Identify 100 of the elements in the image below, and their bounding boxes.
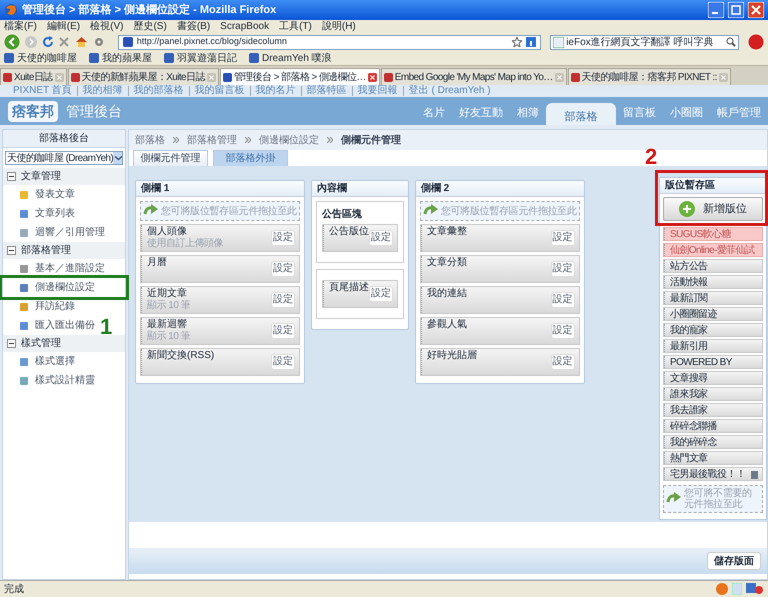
settings-button[interactable]: 設定 [270,354,295,370]
search-field[interactable]: ieFox進行網頁文字翻譯 呼叫字典 [550,34,740,50]
sidebar-link[interactable]: 文章列表 [35,206,75,221]
widget-card[interactable]: 最新迴響 顯示 10 筆 設定 [140,317,300,345]
annotation-number: 2 [645,146,658,168]
storage-widget[interactable]: 熱門文章 [663,451,763,465]
breadcrumb-link[interactable]: 側欄元件管理 [341,132,401,148]
widget-card[interactable]: 頁尾描述 設定 [322,280,398,308]
sidebar-link[interactable]: 樣式設計精靈 [35,373,95,388]
widget-card[interactable]: 我的連結 設定 [420,286,580,314]
breadcrumb-link[interactable]: 側邊欄位設定 [259,132,319,148]
bookmark-item[interactable]: 我的蘋果屋 [102,50,152,66]
bookmark-item[interactable]: 羽翼遊蕩日記 [177,50,237,66]
settings-button[interactable]: 設定 [368,286,393,302]
collapse-icon[interactable] [7,339,16,348]
storage-widget[interactable]: 我去誰家 [663,403,763,417]
nav-tab[interactable]: 部落格 [546,103,616,125]
storage-widget[interactable]: 文章搜尋 [663,371,763,385]
site-icon [70,72,80,82]
settings-button[interactable]: 設定 [550,292,575,308]
sidebar-link[interactable]: 側邊欄位設定 [35,280,95,295]
maximize-icon[interactable] [728,2,744,18]
sidebar-link[interactable]: 基本／進階設定 [35,261,105,276]
storage-widget[interactable]: 小圈圈留迹 [663,307,763,321]
settings-button[interactable]: 設定 [368,230,393,246]
storage-widget[interactable]: 活動快報 [663,275,763,289]
address-field[interactable]: http://panel.pixnet.cc/blog/sidecolumn [118,34,542,50]
widget-card[interactable]: 近期文章 顯示 10 筆 設定 [140,286,300,314]
sidebar-link[interactable]: 匯入匯出備份 [35,318,95,333]
settings-button[interactable]: 設定 [550,230,575,246]
info-icon[interactable] [526,37,536,47]
collapse-icon[interactable] [7,246,16,255]
back-icon[interactable] [4,34,20,50]
bookmark-icon [164,53,174,63]
storage-widget[interactable]: 誰來我家 [663,387,763,401]
sidebar-link[interactable]: 發表文章 [35,187,75,202]
reload-icon[interactable] [42,36,54,48]
browser-tab[interactable]: 天使的咖啡屋：痞客邦 PIXNET :: [568,68,731,85]
storage-widget[interactable]: 我的碎碎念 [663,435,763,449]
close-icon[interactable] [748,2,764,18]
sidebar-link[interactable]: 拜訪紀錄 [35,299,75,314]
bookmark-item[interactable]: DreamYeh 噗浪 [262,50,332,66]
storage-widget[interactable]: 宅男最後戰役！！ [663,467,763,481]
dropdown-icon [113,152,122,164]
settings-button[interactable]: 設定 [270,323,295,339]
save-layout-button[interactable]: 儲存版面 [707,552,761,570]
admin-title: 管理後台 [66,102,122,120]
widget-card[interactable]: 月曆 設定 [140,255,300,283]
breadcrumb-link[interactable]: 部落格 [135,132,165,148]
column-title: 版位暫存區 [660,178,766,194]
sidebar-link[interactable]: 樣式選擇 [35,354,75,369]
widget-card[interactable]: 公告版位 設定 [322,224,398,252]
add-widget-button[interactable]: 新增版位 [663,197,763,221]
settings-button[interactable]: 設定 [270,292,295,308]
widget-card[interactable]: 新聞交換(RSS) 設定 [140,348,300,376]
menu-item[interactable]: 書簽(B) [176,22,210,32]
drop-hint: 您可將不需要的元件拖拉至此 [684,488,753,510]
settings-button[interactable]: 設定 [550,261,575,277]
close-icon[interactable] [368,72,377,82]
menu-item[interactable]: 工具(T) [279,22,312,32]
storage-widget[interactable]: 我的寵家 [663,323,763,337]
widget-card[interactable]: 參觀人氣 設定 [420,317,580,345]
sidebar-link[interactable]: 迴響／引用管理 [35,225,105,240]
minimize-icon[interactable] [708,2,724,18]
blog-select[interactable]: 天使的咖啡屋 (DreamYeh) [5,151,123,165]
widget-card[interactable]: 個人頭像 使用自訂上傳頭像 設定 [140,224,300,252]
storage-widget[interactable]: 站方公告 [663,259,763,273]
collapse-icon[interactable] [7,172,16,181]
settings-button[interactable]: 設定 [270,261,295,277]
menu-item[interactable]: 檢視(V) [90,22,124,32]
star-icon[interactable] [512,37,522,47]
stop-icon[interactable] [58,36,70,48]
menu-item[interactable]: 編輯(E) [46,22,80,32]
storage-widget[interactable]: 最新引用 [663,339,763,353]
widget-card[interactable]: 文章分類 設定 [420,255,580,283]
browser-tab[interactable]: Xuite日誌 [0,68,67,85]
trash-icon[interactable] [751,470,758,478]
site-icon [122,37,133,47]
home-icon[interactable] [75,36,88,48]
breadcrumb-link[interactable]: 部落格管理 [187,132,237,148]
settings-button[interactable]: 設定 [270,230,295,246]
browser-tab[interactable]: 天使的新鮮蘋果屋：Xuite日誌 [68,68,219,85]
page-tab[interactable]: 側欄元件管理 [133,150,208,166]
settings-button[interactable]: 設定 [550,354,575,370]
menu-item[interactable]: 歷史(S) [133,22,167,32]
widget-card[interactable]: 好時光貼層 設定 [420,348,580,376]
menu-item[interactable]: 檔案(F) [4,22,37,32]
widget-card[interactable]: 文章彙整 設定 [420,224,580,252]
search-icon[interactable] [726,37,736,47]
storage-widget[interactable]: POWERED BY [663,355,763,369]
storage-widget[interactable]: 最新訂閱 [663,291,763,305]
settings-button[interactable]: 設定 [550,323,575,339]
menu-item[interactable]: ScrapBook [220,22,270,32]
menu-item[interactable]: 說明(H) [322,22,356,32]
storage-widget[interactable]: 碎碎念聯播 [663,419,763,433]
browser-tab[interactable]: 管理後台 > 部落格 > 側邊欄位… [220,68,380,85]
site-logo: 痞客邦 [8,100,58,122]
browser-tab[interactable]: Embed Google 'My Maps' Map into Yo… [380,68,567,85]
annotation-number: 1 [100,316,112,338]
bookmark-item[interactable]: 天使的咖啡屋 [17,50,77,66]
